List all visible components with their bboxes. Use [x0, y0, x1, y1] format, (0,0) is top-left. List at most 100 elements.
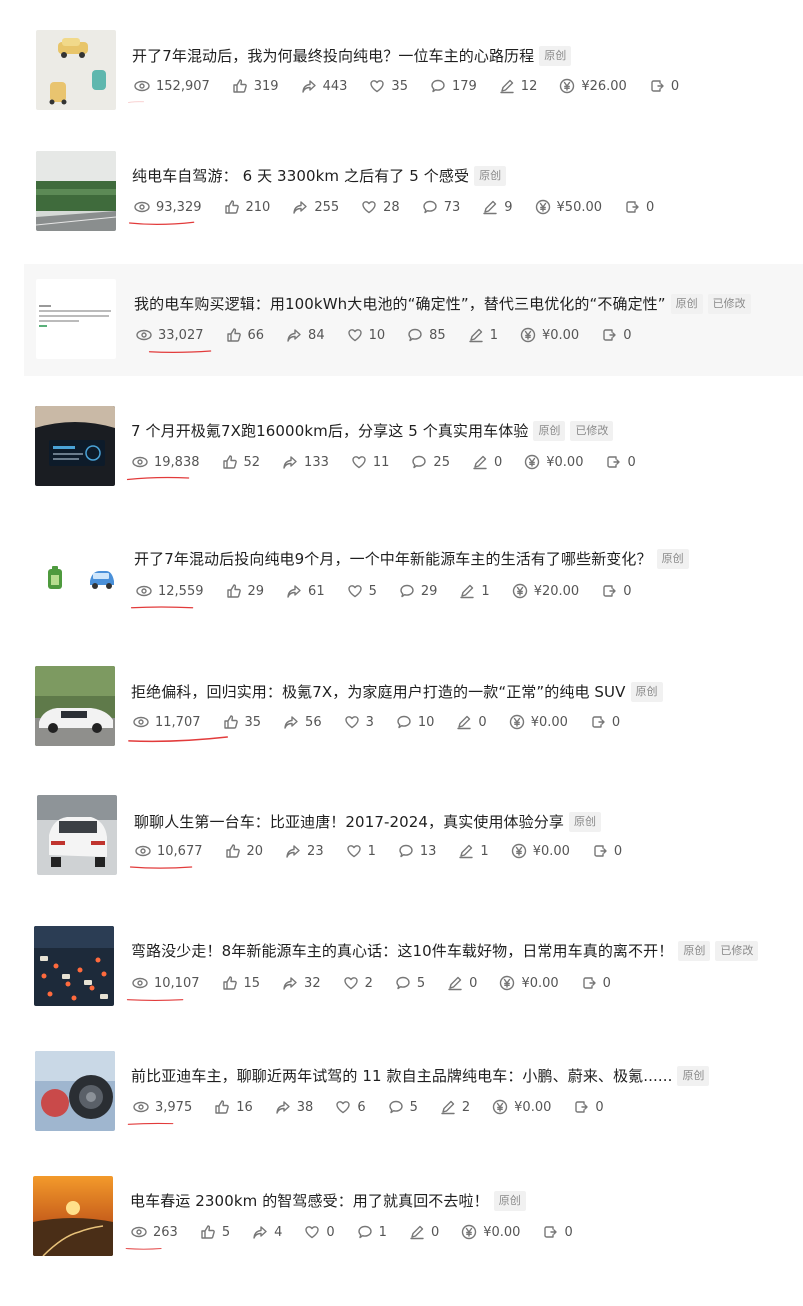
view-count: 3,975: [127, 1099, 192, 1125]
share-arrow-icon: [293, 201, 308, 214]
view-count: 33,027: [136, 327, 212, 353]
share-arrow-icon: [283, 456, 297, 469]
thumbs-up-icon: [224, 200, 239, 214]
heart-icon: [347, 585, 362, 598]
article-row[interactable]: 开了7年混动后，我为何最终投向纯电？一位车主的心路历程 原创 152,907 3…: [0, 22, 803, 122]
comment-count: 13: [398, 843, 436, 859]
article-title[interactable]: 弯路没少走！8年新能源车主的真心话：这10件车载好物，日常用车真的离不开！: [131, 940, 673, 961]
earnings-amount: ¥20.00: [512, 583, 579, 599]
article-thumbnail[interactable]: [35, 1051, 115, 1131]
share-count: 443: [301, 78, 347, 94]
article-thumbnail[interactable]: [36, 151, 116, 231]
article-title[interactable]: 开了7年混动后，我为何最终投向纯电？一位车主的心路历程: [132, 45, 534, 66]
eye-icon: [132, 977, 148, 989]
original-tag: 原创: [474, 165, 507, 186]
repost-count: 0: [624, 199, 654, 215]
original-tag: 原创: [568, 811, 601, 832]
article-row[interactable]: 聊聊人生第一台车：比亚迪唐！2017-2024，真实使用体验分享 原创 10,6…: [0, 788, 803, 888]
yuan-coin-icon: [509, 714, 524, 730]
repost-icon: [594, 845, 607, 857]
article-thumbnail[interactable]: [36, 533, 116, 613]
article-thumbnail[interactable]: [37, 795, 117, 875]
article-row[interactable]: 7 个月开极氪7X跑16000km后，分享这 5 个真实用车体验 原创 已修改 …: [0, 398, 803, 498]
comment-count: 85: [407, 327, 446, 343]
share-arrow-icon: [253, 1226, 267, 1239]
article-thumbnail[interactable]: [36, 279, 116, 359]
article-title[interactable]: 开了7年混动后投向纯电9个月，一个中年新能源车主的生活有了哪些新变化？: [134, 548, 652, 569]
modified-tag: 已修改: [707, 293, 751, 314]
thumbs-up-icon: [222, 976, 237, 990]
edit-count: 0: [447, 975, 477, 991]
red-underline-mark: [127, 1122, 174, 1125]
yuan-coin-icon: [462, 1224, 477, 1240]
article-title[interactable]: 前比亚迪车主，聊聊近两年试驾的 11 款自主品牌纯电车：小鹏、蔚来、极氪....…: [131, 1065, 672, 1086]
pen-icon: [410, 1225, 424, 1240]
article-thumbnail[interactable]: [35, 406, 115, 486]
view-count: 93,329: [128, 199, 202, 226]
eye-icon: [134, 80, 150, 92]
view-count: 11,707: [128, 714, 228, 743]
share-count: 133: [282, 454, 329, 470]
article-title[interactable]: 我的电车购买逻辑：用100kWh大电池的“确定性”，替代三电优化的“不确定性”: [134, 293, 666, 314]
favorite-count: 35: [369, 78, 408, 94]
article-title[interactable]: 电车春运 2300km 的智驾感受：用了就真回不去啦！: [130, 1190, 489, 1211]
red-underline-mark: [128, 221, 195, 226]
article-thumbnail[interactable]: [34, 926, 114, 1006]
original-tag: 原创: [533, 420, 566, 441]
original-tag: 原创: [678, 940, 711, 961]
edit-count: 12: [499, 78, 537, 94]
favorite-count: 5: [347, 583, 377, 599]
article-row[interactable]: 我的电车购买逻辑：用100kWh大电池的“确定性”，替代三电优化的“不确定性” …: [24, 264, 803, 376]
repost-count: 0: [542, 1224, 573, 1240]
heart-icon: [346, 845, 361, 858]
earnings-amount: ¥0.00: [509, 714, 568, 730]
comment-count: 25: [411, 454, 450, 470]
pen-icon: [500, 79, 514, 94]
yuan-coin-icon: [512, 583, 527, 599]
article-thumbnail[interactable]: [36, 30, 116, 110]
article-row[interactable]: 拒绝偏科，回归实用：极氪7X，为家庭用户打造的一款“正常”的纯电 SUV 原创 …: [0, 658, 803, 758]
edit-count: 0: [472, 454, 502, 470]
view-count: 263: [125, 1224, 178, 1250]
thumbs-up-icon: [222, 455, 237, 469]
article-title[interactable]: 7 个月开极氪7X跑16000km后，分享这 5 个真实用车体验: [131, 420, 528, 441]
repost-icon: [626, 201, 639, 213]
article-row[interactable]: 前比亚迪车主，聊聊近两年试驾的 11 款自主品牌纯电车：小鹏、蔚来、极氪....…: [0, 1043, 803, 1143]
article-row[interactable]: 弯路没少走！8年新能源车主的真心话：这10件车载好物，日常用车真的离不开！ 原创…: [0, 918, 803, 1018]
comment-count: 1: [357, 1224, 387, 1240]
article-title[interactable]: 纯电车自驾游： 6 天 3300km 之后有了 5 个感受: [132, 165, 469, 186]
view-count: 12,559: [130, 583, 204, 609]
favorite-count: 6: [335, 1099, 366, 1115]
article-row[interactable]: 开了7年混动后投向纯电9个月，一个中年新能源车主的生活有了哪些新变化？ 原创 1…: [0, 527, 803, 627]
yuan-coin-icon: [511, 843, 526, 859]
thumbs-up-icon: [226, 328, 241, 342]
like-count: 210: [224, 199, 270, 215]
comment-icon: [423, 200, 437, 214]
thumbs-up-icon: [223, 715, 238, 729]
repost-icon: [592, 716, 605, 728]
pen-icon: [457, 715, 472, 730]
thumbs-up-icon: [225, 844, 240, 858]
yuan-coin-icon: [492, 1099, 508, 1115]
favorite-count: 10: [347, 327, 385, 343]
earnings-amount: ¥0.00: [499, 975, 559, 991]
repost-icon: [603, 329, 616, 341]
earnings-amount: ¥26.00: [559, 78, 627, 94]
article-thumbnail[interactable]: [33, 1176, 113, 1256]
eye-icon: [134, 201, 150, 213]
eye-icon: [136, 585, 152, 597]
share-count: 32: [282, 975, 321, 991]
share-arrow-icon: [287, 585, 301, 598]
article-thumbnail[interactable]: [35, 666, 115, 746]
article-row[interactable]: 电车春运 2300km 的智驾感受：用了就真回不去啦！ 原创 263 5 4 0…: [0, 1168, 803, 1268]
eye-icon: [133, 716, 149, 728]
article-title[interactable]: 拒绝偏科，回归实用：极氪7X，为家庭用户打造的一款“正常”的纯电 SUV: [131, 681, 626, 702]
comment-icon: [388, 1100, 403, 1114]
edit-count: 9: [482, 199, 513, 215]
article-title[interactable]: 聊聊人生第一台车：比亚迪唐！2017-2024，真实使用体验分享: [134, 811, 564, 832]
like-count: 35: [223, 714, 261, 730]
article-row[interactable]: 纯电车自驾游： 6 天 3300km 之后有了 5 个感受 原创 93,329 …: [0, 143, 803, 243]
red-underline-mark: [125, 1248, 162, 1250]
share-count: 23: [285, 843, 324, 859]
repost-count: 0: [601, 327, 631, 343]
